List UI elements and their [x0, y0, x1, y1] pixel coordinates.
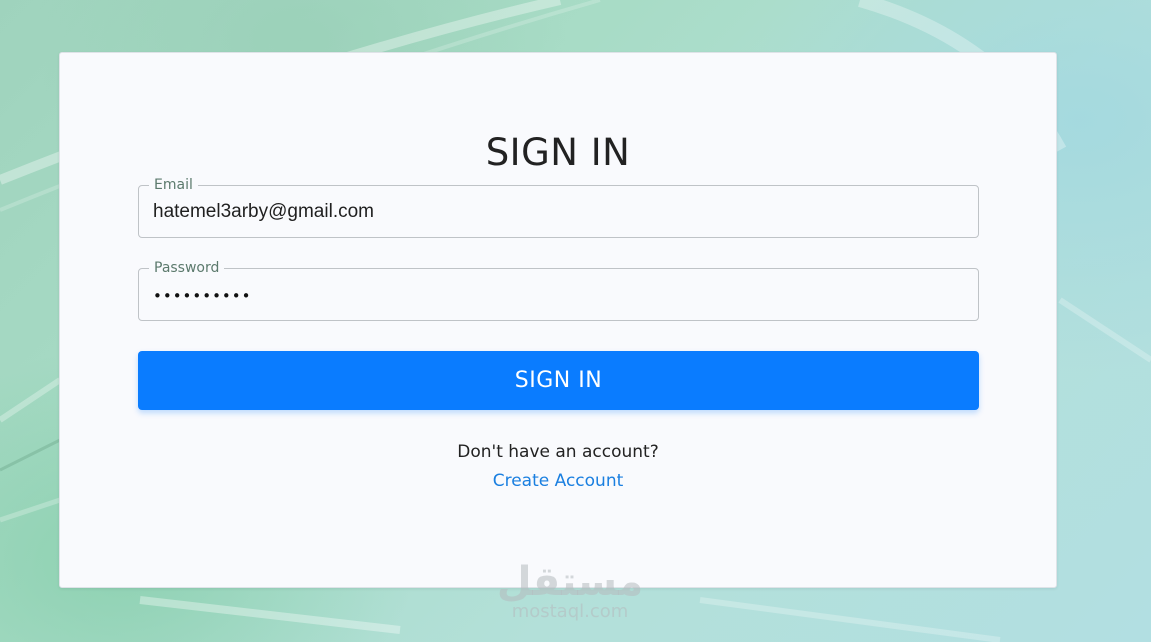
email-label: Email	[149, 176, 198, 194]
create-account-link[interactable]: Create Account	[493, 471, 624, 491]
password-field[interactable]: Password ••••••••••	[138, 259, 979, 321]
password-label: Password	[149, 259, 225, 277]
signin-card: SIGN IN Email Password •••••••••• SIGN I…	[59, 52, 1057, 588]
create-account-link-row: Create Account	[60, 471, 1056, 491]
no-account-prompt: Don't have an account?	[457, 442, 659, 462]
password-input[interactable]: ••••••••••	[153, 285, 953, 307]
email-field[interactable]: Email	[138, 176, 979, 238]
page-title: SIGN IN	[485, 131, 631, 174]
email-input[interactable]	[153, 201, 953, 223]
signin-button[interactable]: SIGN IN	[138, 351, 979, 410]
